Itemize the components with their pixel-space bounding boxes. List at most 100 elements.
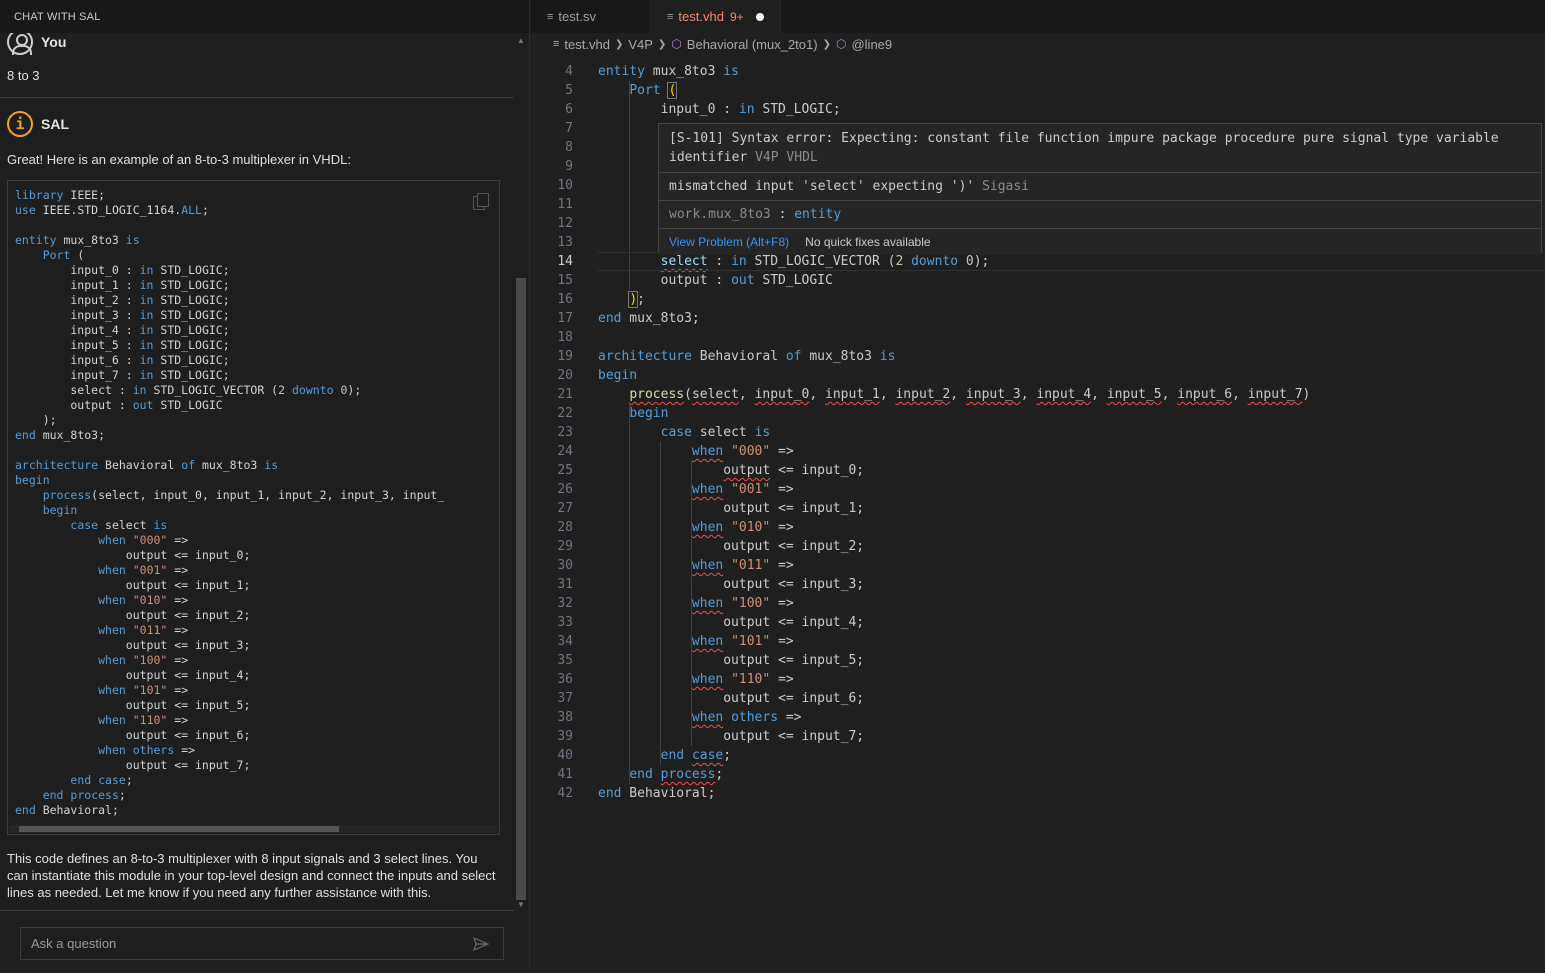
code-line[interactable]: 34 when "101" => [531, 632, 1545, 651]
line-number: 29 [557, 539, 573, 554]
indent-guide [691, 461, 692, 746]
code-line[interactable]: 30 when "011" => [531, 556, 1545, 575]
code-snippet[interactable]: library IEEE; use IEEE.STD_LOGIC_1164.AL… [7, 180, 500, 835]
code-text: end process; [629, 767, 724, 782]
code-line[interactable]: 15 output : out STD_LOGIC [531, 271, 1545, 290]
send-icon[interactable] [473, 937, 489, 951]
symbol-info: work.mux_8to3 : entity [659, 201, 1541, 228]
breadcrumb-file[interactable]: test.vhd [564, 37, 610, 52]
line-number: 5 [565, 83, 573, 98]
problem-hover-popup[interactable]: [S-101] Syntax error: Expecting: constan… [658, 123, 1542, 255]
code-line[interactable]: 28 when "010" => [531, 518, 1545, 537]
line-number: 36 [557, 672, 573, 687]
code-text: begin [598, 368, 638, 383]
line-number: 30 [557, 558, 573, 573]
code-text: output <= input_1; [598, 501, 865, 516]
chat-vertical-scrollbar[interactable]: ▲ ▼ [514, 36, 528, 910]
line-number: 7 [565, 121, 573, 136]
code-text: output <= input_6; [598, 691, 865, 706]
line-number: 27 [557, 501, 573, 516]
line-number: 10 [557, 178, 573, 193]
chat-scrollbar-thumb[interactable] [516, 278, 526, 900]
indent-guide [660, 442, 661, 765]
code-line[interactable]: 6 input_0 : in STD_LOGIC; [531, 100, 1545, 119]
line-number: 42 [557, 786, 573, 801]
line-number: 14 [557, 254, 573, 269]
code-text: when "110" => [691, 672, 794, 687]
code-line[interactable]: 25 output <= input_0; [531, 461, 1545, 480]
chat-panel-title: CHAT WITH SAL [0, 0, 529, 33]
code-text: ); [628, 291, 645, 308]
ask-question-input[interactable]: Ask a question [20, 927, 504, 960]
chat-panel: CHAT WITH SAL You 8 to 3 i SAL Great! He… [0, 0, 530, 973]
code-line[interactable]: 24 when "000" => [531, 442, 1545, 461]
code-line[interactable]: 32 when "100" => [531, 594, 1545, 613]
code-line[interactable]: 23 case select is [531, 423, 1545, 442]
code-text: input_0 : in STD_LOGIC; [598, 102, 841, 117]
code-line[interactable]: 39 output <= input_7; [531, 727, 1545, 746]
line-number: 11 [557, 197, 573, 212]
error-text: [S-101] Syntax error: Expecting: constan… [669, 131, 1499, 146]
code-text: when "011" => [691, 558, 794, 573]
code-line[interactable]: 36 when "110" => [531, 670, 1545, 689]
unsaved-dot-icon[interactable] [755, 12, 764, 21]
scroll-up-icon[interactable]: ▲ [517, 36, 525, 45]
chat-messages[interactable]: You 8 to 3 i SAL Great! Here is an examp… [0, 33, 514, 911]
tab-test-vhd[interactable]: ≡ test.vhd 9+ [651, 0, 781, 33]
line-number: 32 [557, 596, 573, 611]
line-number: 34 [557, 634, 573, 649]
error-text-cont: identifier [669, 150, 748, 165]
code-line[interactable]: 17 end mux_8to3; [531, 309, 1545, 328]
code-line[interactable]: 27 output <= input_1; [531, 499, 1545, 518]
code-line[interactable]: 38 when others => [531, 708, 1545, 727]
copy-code-icon[interactable] [473, 193, 489, 210]
file-lines-icon: ≡ [547, 10, 554, 23]
line-number: 19 [557, 349, 573, 364]
chat-bottom-divider [0, 910, 514, 911]
code-line[interactable]: 37 output <= input_6; [531, 689, 1545, 708]
code-line[interactable]: 26 when "001" => [531, 480, 1545, 499]
code-line[interactable]: 29 output <= input_2; [531, 537, 1545, 556]
code-line[interactable]: 31 output <= input_3; [531, 575, 1545, 594]
file-lines-icon: ≡ [553, 38, 560, 50]
code-line[interactable]: 20 begin [531, 366, 1545, 385]
code-line[interactable]: 33 output <= input_4; [531, 613, 1545, 632]
breadcrumb-folder[interactable]: V4P [628, 37, 653, 52]
file-lines-icon: ≡ [667, 10, 674, 23]
chevron-right-icon: ❯ [657, 38, 667, 50]
code-text: architecture Behavioral of mux_8to3 is [598, 349, 896, 364]
code-line[interactable]: 16 ); [531, 290, 1545, 309]
code-text: case select is [660, 425, 771, 440]
chevron-right-icon: ❯ [822, 38, 831, 50]
scroll-down-icon[interactable]: ▼ [517, 900, 525, 909]
code-line[interactable]: 21 process(select, input_0, input_1, inp… [531, 385, 1545, 404]
code-line[interactable]: 19 architecture Behavioral of mux_8to3 is [531, 347, 1545, 366]
chevron-right-icon: ❯ [614, 38, 624, 50]
line-number: 24 [557, 444, 573, 459]
tab-test-sv[interactable]: ≡ test.sv [531, 0, 651, 33]
view-problem-link[interactable]: View Problem (Alt+F8) [669, 235, 789, 249]
code-line[interactable]: 40 end case; [531, 746, 1545, 765]
breadcrumb-architecture[interactable]: Behavioral (mux_2to1) [687, 37, 818, 52]
user-message-text: 8 to 3 [7, 68, 40, 83]
code-line[interactable]: 42 end Behavioral; [531, 784, 1545, 803]
code-text: output <= input_2; [598, 539, 865, 554]
code-line[interactable]: 35 output <= input_5; [531, 651, 1545, 670]
code-line[interactable]: 18 [531, 328, 1545, 347]
user-name: You [41, 34, 67, 50]
code-scrollbar-thumb[interactable] [19, 826, 339, 832]
line-number: 41 [557, 767, 573, 782]
ask-question-placeholder: Ask a question [31, 936, 117, 951]
code-text: output <= input_0; [723, 463, 865, 478]
code-line[interactable]: 22 begin [531, 404, 1545, 423]
code-line[interactable]: 5 Port ( [531, 81, 1545, 100]
code-text: end case; [660, 748, 732, 763]
code-line[interactable]: 4 entity mux_8to3 is [531, 62, 1545, 81]
code-text: Port ( [629, 82, 678, 99]
symbol-colon: : [770, 207, 795, 222]
code-line[interactable]: 41 end process; [531, 765, 1545, 784]
code-text: end Behavioral; [598, 786, 716, 801]
breadcrumb-line[interactable]: @line9 [851, 37, 892, 52]
line-number: 28 [557, 520, 573, 535]
code-horizontal-scrollbar[interactable] [9, 825, 498, 833]
